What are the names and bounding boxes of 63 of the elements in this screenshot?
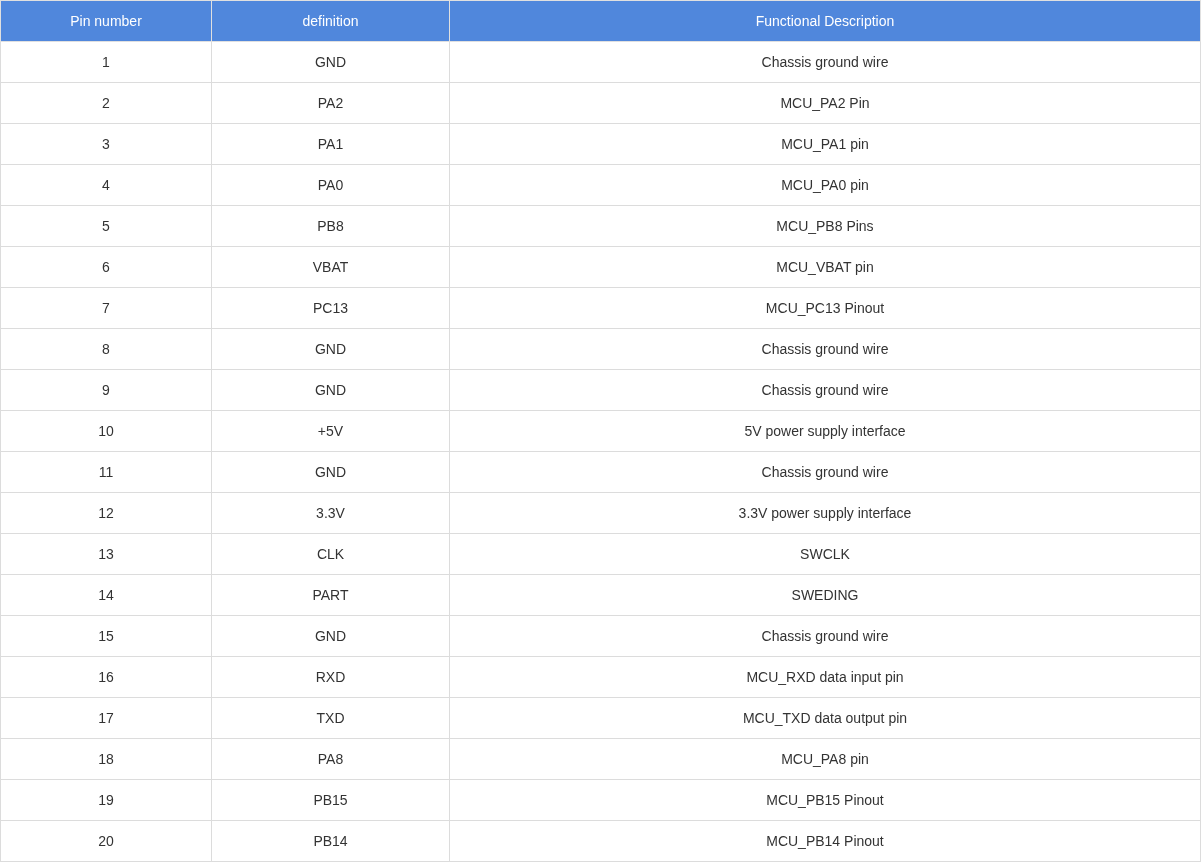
- table-cell: PA1: [211, 123, 450, 165]
- table-cell: 12: [0, 492, 212, 534]
- table-cell: MCU_PA0 pin: [449, 164, 1201, 206]
- table-cell: PA2: [211, 82, 450, 124]
- table-cell: 5V power supply interface: [449, 410, 1201, 452]
- table-cell: Chassis ground wire: [449, 369, 1201, 411]
- table-cell: GND: [211, 369, 450, 411]
- table-cell: 8: [0, 328, 212, 370]
- table-cell: SWCLK: [449, 533, 1201, 575]
- table-cell: MCU_RXD data input pin: [449, 656, 1201, 698]
- table-cell: TXD: [211, 697, 450, 739]
- table-cell: 11: [0, 451, 212, 493]
- table-cell: MCU_PC13 Pinout: [449, 287, 1201, 329]
- table-cell: GND: [211, 615, 450, 657]
- table-cell: GND: [211, 328, 450, 370]
- table-cell: MCU_PA2 Pin: [449, 82, 1201, 124]
- table-cell: PA8: [211, 738, 450, 780]
- table-cell: 13: [0, 533, 212, 575]
- table-cell: 4: [0, 164, 212, 206]
- table-cell: Chassis ground wire: [449, 41, 1201, 83]
- table-cell: 2: [0, 82, 212, 124]
- table-cell: Chassis ground wire: [449, 451, 1201, 493]
- table-cell: MCU_PB14 Pinout: [449, 820, 1201, 862]
- table-cell: MCU_VBAT pin: [449, 246, 1201, 288]
- table-cell: 16: [0, 656, 212, 698]
- table-cell: PA0: [211, 164, 450, 206]
- table-cell: Chassis ground wire: [449, 615, 1201, 657]
- table-cell: 3.3V power supply interface: [449, 492, 1201, 534]
- table-cell: PB8: [211, 205, 450, 247]
- column-header: definition: [211, 0, 450, 42]
- table-cell: 6: [0, 246, 212, 288]
- table-cell: PB14: [211, 820, 450, 862]
- table-cell: RXD: [211, 656, 450, 698]
- table-cell: MCU_PA1 pin: [449, 123, 1201, 165]
- table-cell: 3: [0, 123, 212, 165]
- table-cell: GND: [211, 451, 450, 493]
- table-cell: 19: [0, 779, 212, 821]
- table-cell: PC13: [211, 287, 450, 329]
- table-cell: 5: [0, 205, 212, 247]
- table-cell: +5V: [211, 410, 450, 452]
- table-cell: PB15: [211, 779, 450, 821]
- table-cell: MCU_TXD data output pin: [449, 697, 1201, 739]
- column-header: Pin number: [0, 0, 212, 42]
- table-cell: 18: [0, 738, 212, 780]
- table-cell: MCU_PB8 Pins: [449, 205, 1201, 247]
- table-cell: MCU_PA8 pin: [449, 738, 1201, 780]
- table-cell: 14: [0, 574, 212, 616]
- table-cell: 15: [0, 615, 212, 657]
- table-cell: GND: [211, 41, 450, 83]
- table-cell: CLK: [211, 533, 450, 575]
- table-cell: PART: [211, 574, 450, 616]
- table-cell: 7: [0, 287, 212, 329]
- table-cell: 1: [0, 41, 212, 83]
- table-cell: 20: [0, 820, 212, 862]
- table-cell: 10: [0, 410, 212, 452]
- table-cell: SWEDING: [449, 574, 1201, 616]
- table-cell: MCU_PB15 Pinout: [449, 779, 1201, 821]
- column-header: Functional Description: [449, 0, 1201, 42]
- table-cell: 3.3V: [211, 492, 450, 534]
- table-cell: 9: [0, 369, 212, 411]
- table-cell: VBAT: [211, 246, 450, 288]
- table-cell: Chassis ground wire: [449, 328, 1201, 370]
- table-cell: 17: [0, 697, 212, 739]
